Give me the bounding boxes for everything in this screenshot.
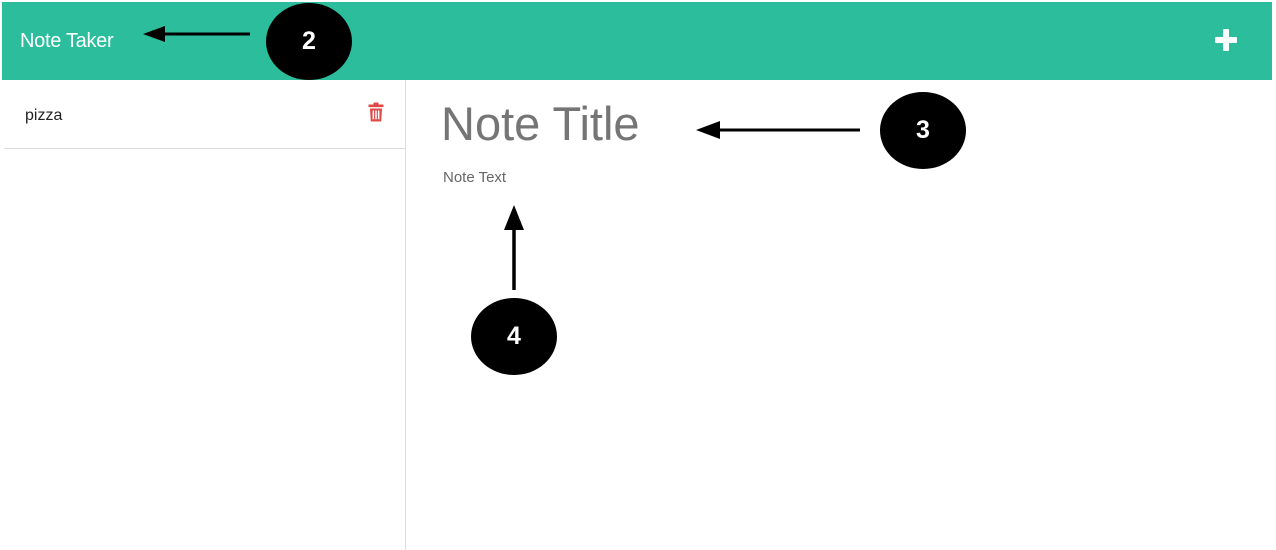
note-title-input[interactable] — [441, 92, 1201, 156]
brand-title[interactable]: Note Taker — [20, 29, 114, 53]
trash-icon — [368, 102, 384, 122]
delete-note-button[interactable] — [368, 102, 384, 122]
plus-icon — [1215, 29, 1237, 51]
note-list-item[interactable]: pizza — [4, 80, 406, 149]
new-note-button[interactable] — [1212, 26, 1240, 54]
note-list-sidebar: pizza — [2, 80, 406, 550]
callout-badge-4: 4 — [471, 298, 557, 375]
callout-badge-3: 3 — [880, 92, 966, 169]
note-text-input[interactable] — [443, 168, 1203, 528]
callout-badge-2: 2 — [266, 3, 352, 80]
app-window: Note Taker pizza Note Title Note Text 2 … — [0, 0, 1276, 550]
note-item-title[interactable]: pizza — [25, 106, 62, 126]
navbar: Note Taker — [2, 2, 1272, 80]
